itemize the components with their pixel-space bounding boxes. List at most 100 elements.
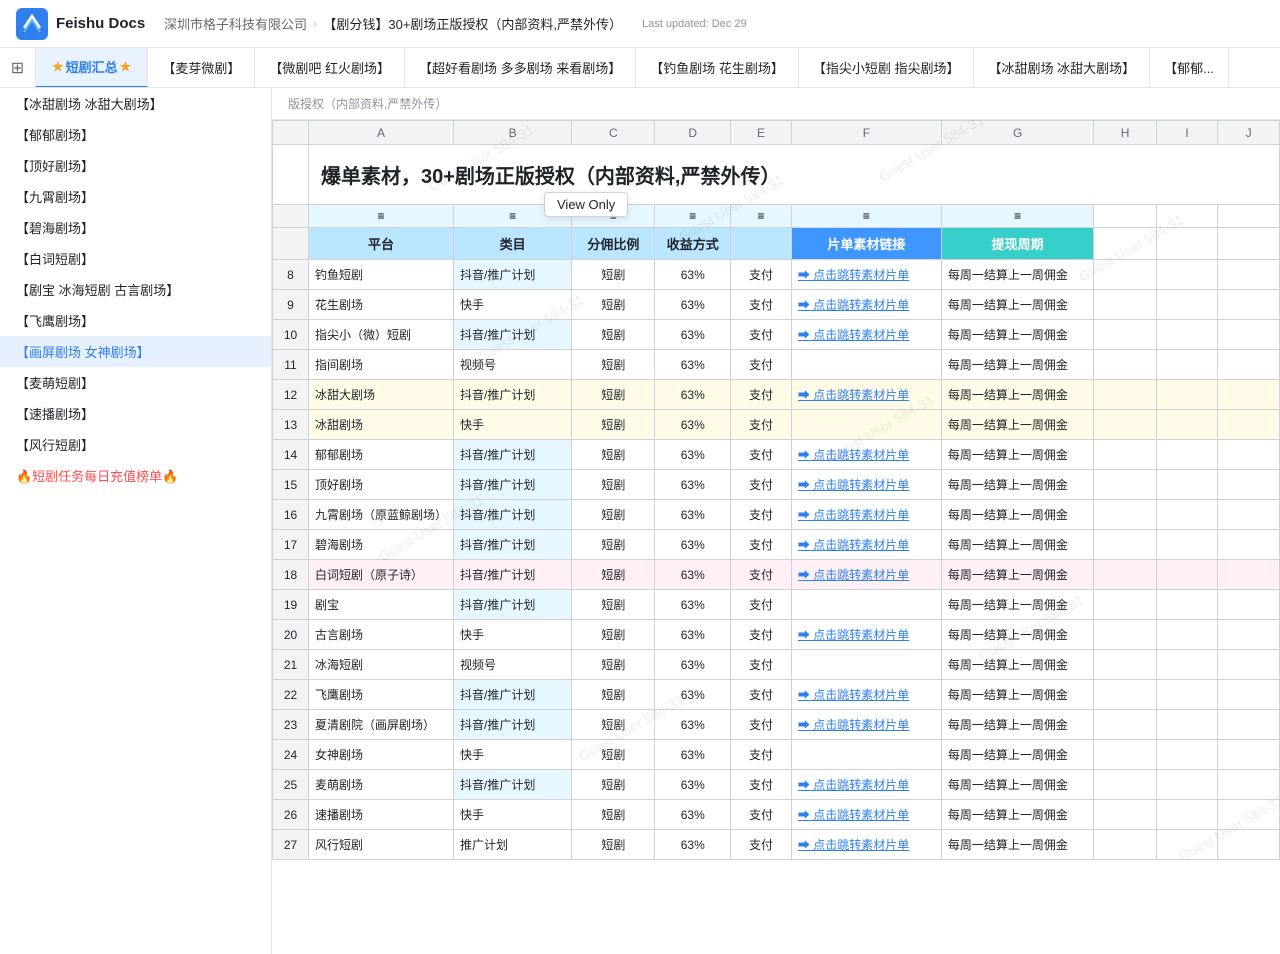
table-row: 16 九霄剧场（原蓝鲸剧场） 抖音/推广计划 短剧 63% 支付 ➡ 点击跳转素… [273, 500, 1280, 530]
table-row: 13 冰甜剧场 快手 短剧 63% 支付 每周一结算上一周佣金 [273, 410, 1280, 440]
cell-15-i [1156, 470, 1217, 500]
table-row: 12 冰甜大剧场 抖音/推广计划 短剧 63% 支付 ➡ 点击跳转素材片单 每周… [273, 380, 1280, 410]
row-num-15: 15 [273, 470, 309, 500]
sidebar-item-maimeng[interactable]: 【麦萌短剧】 [0, 367, 271, 398]
cell-15-a: 顶好剧场 [309, 470, 454, 500]
spreadsheet-title: 爆单素材，30+剧场正版授权（内部资料,严禁外传） [309, 145, 1280, 205]
sidebar-item-bihai[interactable]: 【碧海剧场】 [0, 212, 271, 243]
sidebar-item-feiying[interactable]: 【飞鹰剧场】 [0, 305, 271, 336]
cell-16-c: 短剧 [572, 500, 655, 530]
cell-20-f[interactable]: ➡ 点击跳转素材片单 [791, 620, 941, 650]
cell-27-f[interactable]: ➡ 点击跳转素材片单 [791, 830, 941, 860]
cell-11-j [1218, 350, 1280, 380]
cell-8-f[interactable]: ➡ 点击跳转素材片单 [791, 260, 941, 290]
tab-label: 【郁郁... [1164, 58, 1214, 77]
tab-bingtian[interactable]: 【冰甜剧场 冰甜大剧场】 [974, 48, 1150, 88]
cell-24-i [1156, 740, 1217, 770]
sidebar-item-jiuhuo[interactable]: 【九霄剧场】 [0, 181, 271, 212]
content-breadcrumb-text: 版授权（内部资料,严禁外传） [288, 95, 447, 112]
sidebar-item-subo[interactable]: 【速播剧场】 [0, 398, 271, 429]
cell-20-c: 短剧 [572, 620, 655, 650]
cell-10-f[interactable]: ➡ 点击跳转素材片单 [791, 320, 941, 350]
cell-22-j [1218, 680, 1280, 710]
cell-23-f[interactable]: ➡ 点击跳转素材片单 [791, 710, 941, 740]
tab-moya[interactable]: 【麦芽微剧】 [148, 48, 255, 88]
cell-16-d: 63% [655, 500, 731, 530]
row-num-13: 13 [273, 410, 309, 440]
cell-21-j [1218, 650, 1280, 680]
cell-12-f[interactable]: ➡ 点击跳转素材片单 [791, 380, 941, 410]
title-row: 爆单素材，30+剧场正版授权（内部资料,严禁外传） [273, 145, 1280, 205]
tab-short-drama-summary[interactable]: ★ 短剧汇总 ★ [36, 48, 148, 88]
col-header-a: A [309, 121, 454, 145]
tab-weijulb[interactable]: 【微剧吧 红火剧场】 [255, 48, 405, 88]
cell-26-f[interactable]: ➡ 点击跳转素材片单 [791, 800, 941, 830]
tab-yuyu[interactable]: 【郁郁... [1150, 48, 1229, 88]
filter-cell-a[interactable]: ≡ [309, 205, 454, 228]
filter-cell-e[interactable]: ≡ [731, 205, 792, 228]
cell-22-h [1094, 680, 1157, 710]
cell-20-j [1218, 620, 1280, 650]
cell-20-d: 63% [655, 620, 731, 650]
tab-diaoyu[interactable]: 【钓鱼剧场 花生剧场】 [636, 48, 799, 88]
row-num-filter [273, 205, 309, 228]
row-num-16: 16 [273, 500, 309, 530]
table-row: 18 白词短剧（原子诗） 抖音/推广计划 短剧 63% 支付 ➡ 点击跳转素材片… [273, 560, 1280, 590]
cell-16-h [1094, 500, 1157, 530]
cell-27-h [1094, 830, 1157, 860]
sheets-icon[interactable]: ⊞ [0, 48, 36, 88]
feishu-logo-icon [16, 8, 48, 40]
cell-22-f[interactable]: ➡ 点击跳转素材片单 [791, 680, 941, 710]
cell-17-f[interactable]: ➡ 点击跳转素材片单 [791, 530, 941, 560]
cell-19-j [1218, 590, 1280, 620]
cell-14-f[interactable]: ➡ 点击跳转素材片单 [791, 440, 941, 470]
sidebar-item-dinghao[interactable]: 【顶好剧场】 [0, 150, 271, 181]
cell-8-h [1094, 260, 1157, 290]
sheet-container[interactable]: Guest User 584-31 Guest User 584-31 Gues… [272, 120, 1280, 954]
cell-9-f[interactable]: ➡ 点击跳转素材片单 [791, 290, 941, 320]
row-num-12: 12 [273, 380, 309, 410]
row-num-8: 8 [273, 260, 309, 290]
table-row: 25 麦萌剧场 抖音/推广计划 短剧 63% 支付 ➡ 点击跳转素材片单 每周一… [273, 770, 1280, 800]
filter-cell-f[interactable]: ≡ [791, 205, 941, 228]
tab-zhijian[interactable]: 【指尖小短剧 指尖剧场】 [799, 48, 975, 88]
cell-21-e: 支付 [731, 650, 792, 680]
filter-cell-d[interactable]: ≡ [655, 205, 731, 228]
cell-18-f[interactable]: ➡ 点击跳转素材片单 [791, 560, 941, 590]
breadcrumb-company[interactable]: 深圳市格子科技有限公司 [164, 14, 307, 33]
cell-24-a: 女神剧场 [309, 740, 454, 770]
row-num-10: 10 [273, 320, 309, 350]
row-num-19: 19 [273, 590, 309, 620]
cell-9-i [1156, 290, 1217, 320]
cell-11-b: 视频号 [454, 350, 572, 380]
col-header-g: G [941, 121, 1093, 145]
cell-11-e: 支付 [731, 350, 792, 380]
sidebar-item-bingtian-big[interactable]: 【冰甜剧场 冰甜大剧场】 [0, 88, 271, 119]
sidebar-item-jubao[interactable]: 【剧宝 冰海短剧 古言剧场】 [0, 274, 271, 305]
breadcrumb-doc-title[interactable]: 【剧分钱】30+剧场正版授权（内部资料,严禁外传） [323, 14, 622, 33]
cell-13-f [791, 410, 941, 440]
content-breadcrumb: 版授权（内部资料,严禁外传） [272, 88, 1280, 120]
table-row: 11 指间剧场 视频号 短剧 63% 支付 每周一结算上一周佣金 [273, 350, 1280, 380]
tab-chaohao[interactable]: 【超好看剧场 多多剧场 来看剧场】 [405, 48, 636, 88]
filter-icon-d: ≡ [689, 209, 696, 223]
cell-14-a: 郁郁剧场 [309, 440, 454, 470]
col-header-rn [273, 121, 309, 145]
cell-14-c: 短剧 [572, 440, 655, 470]
table-row: 22 飞鹰剧场 抖音/推广计划 短剧 63% 支付 ➡ 点击跳转素材片单 每周一… [273, 680, 1280, 710]
cell-15-f[interactable]: ➡ 点击跳转素材片单 [791, 470, 941, 500]
filter-cell-g[interactable]: ≡ [941, 205, 1093, 228]
cell-25-f[interactable]: ➡ 点击跳转素材片单 [791, 770, 941, 800]
sidebar-item-yuyu[interactable]: 【郁郁剧场】 [0, 119, 271, 150]
sidebar-item-fengxing[interactable]: 【风行短剧】 [0, 429, 271, 460]
view-only-text: View Only [557, 197, 615, 212]
cell-16-f[interactable]: ➡ 点击跳转素材片单 [791, 500, 941, 530]
cell-8-g: 每周一结算上一周佣金 [941, 260, 1093, 290]
col-header-j: J [1218, 121, 1280, 145]
sidebar-item-baici[interactable]: 【白词短剧】 [0, 243, 271, 274]
cell-18-e: 支付 [731, 560, 792, 590]
cell-17-a: 碧海剧场 [309, 530, 454, 560]
row-num-23: 23 [273, 710, 309, 740]
sidebar-item-fire-task[interactable]: 🔥短剧任务每日充值榜单🔥 [0, 460, 271, 491]
sidebar-item-huaping[interactable]: 【画屏剧场 女神剧场】 [0, 336, 271, 367]
